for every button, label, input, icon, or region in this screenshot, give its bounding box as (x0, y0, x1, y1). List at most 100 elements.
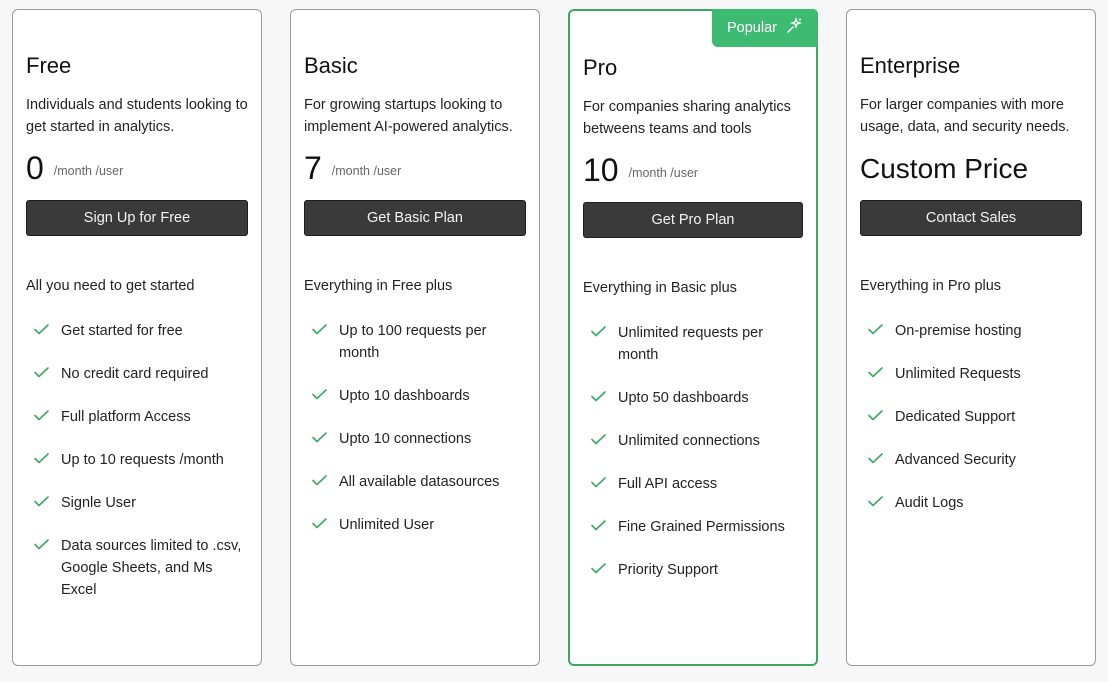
feature-item: Audit Logs (868, 492, 1082, 514)
features-intro: Everything in Pro plus (860, 278, 1002, 294)
feature-label: Fine Grained Permissions (618, 519, 785, 535)
feature-item: Upto 10 connections (312, 428, 526, 450)
check-icon (34, 453, 49, 464)
plan-price: 7/month /user (304, 150, 401, 187)
feature-item: Unlimited connections (591, 430, 803, 452)
feature-list: Unlimited requests per month Upto 50 das… (591, 322, 803, 602)
plan-name: Basic (304, 53, 358, 78)
check-icon (591, 477, 606, 488)
feature-label: Dedicated Support (895, 409, 1016, 425)
feature-label: Up to 100 requests per month (339, 323, 487, 361)
plan-description: For growing startups looking to implemen… (304, 97, 513, 135)
feature-label: Unlimited connections (618, 433, 760, 449)
feature-list: On-premise hosting Unlimited Requests De… (868, 320, 1082, 535)
feature-item: Unlimited Requests (868, 363, 1082, 385)
sign-up-for-free-button[interactable]: Sign Up for Free (26, 200, 248, 236)
feature-label: On-premise hosting (895, 323, 1022, 339)
check-icon (868, 410, 883, 421)
price-amount: 10 (583, 152, 619, 188)
feature-list: Up to 100 requests per month Upto 10 das… (312, 320, 526, 557)
check-icon (312, 432, 327, 443)
feature-item: Unlimited requests per month (591, 322, 803, 366)
feature-item: Full platform Access (34, 406, 248, 428)
plan-name: Free (26, 53, 72, 78)
plan-card-free: Free Individuals and students looking to … (12, 9, 262, 666)
feature-label: Upto 10 dashboards (339, 388, 470, 404)
plan-price: 0/month /user (26, 150, 123, 187)
feature-label: Unlimited User (339, 517, 435, 533)
plan-description: For companies sharing analytics betweens… (583, 99, 791, 137)
check-icon (312, 475, 327, 486)
feature-label: Full API access (618, 476, 718, 492)
check-icon (312, 389, 327, 400)
feature-label: Signle User (61, 495, 136, 511)
check-icon (312, 324, 327, 335)
check-icon (868, 496, 883, 507)
feature-label: No credit card required (61, 366, 209, 382)
plan-price: Custom Price (860, 153, 1029, 184)
feature-item: Signle User (34, 492, 248, 514)
check-icon (591, 434, 606, 445)
plan-card-pro: Popular Pro For companies sharing analyti… (568, 9, 818, 666)
check-icon (34, 410, 49, 421)
feature-item: On-premise hosting (868, 320, 1082, 342)
feature-list: Get started for free No credit card requ… (34, 320, 248, 622)
get-pro-plan-button[interactable]: Get Pro Plan (583, 202, 803, 238)
check-icon (868, 453, 883, 464)
feature-label: Priority Support (618, 562, 718, 578)
check-icon (312, 518, 327, 529)
features-intro: Everything in Free plus (304, 278, 453, 294)
feature-item: Fine Grained Permissions (591, 516, 803, 538)
feature-item: Up to 10 requests /month (34, 449, 248, 471)
feature-item: Get started for free (34, 320, 248, 342)
feature-item: No credit card required (34, 363, 248, 385)
badge-label: Popular (727, 20, 777, 36)
price-amount: 0 (26, 150, 44, 186)
feature-label: Get started for free (61, 323, 183, 339)
check-icon (868, 367, 883, 378)
check-icon (34, 496, 49, 507)
feature-label: Advanced Security (895, 452, 1016, 468)
feature-label: Unlimited Requests (895, 366, 1021, 382)
check-icon (591, 520, 606, 531)
feature-label: Data sources limited to .csv, Google She… (61, 538, 242, 598)
check-icon (591, 391, 606, 402)
price-amount: 7 (304, 150, 322, 186)
feature-item: Unlimited User (312, 514, 526, 536)
feature-item: Priority Support (591, 559, 803, 581)
feature-label: Full platform Access (61, 409, 191, 425)
plan-name: Pro (583, 55, 618, 80)
feature-item: Data sources limited to .csv, Google She… (34, 535, 248, 601)
feature-label: Upto 50 dashboards (618, 390, 749, 406)
sparkle-icon (785, 16, 803, 40)
plan-card-basic: Basic For growing startups looking to imp… (290, 9, 540, 666)
plan-description: Individuals and students looking to get … (26, 97, 248, 135)
feature-label: Up to 10 requests /month (61, 452, 224, 468)
feature-item: Upto 50 dashboards (591, 387, 803, 409)
price-unit: /month /user (53, 164, 124, 178)
feature-item: All available datasources (312, 471, 526, 493)
feature-label: Upto 10 connections (339, 431, 472, 447)
feature-item: Full API access (591, 473, 803, 495)
price-unit: /month /user (331, 164, 402, 178)
feature-label: Audit Logs (895, 495, 964, 511)
contact-sales-button[interactable]: Contact Sales (860, 200, 1082, 236)
plan-name: Enterprise (860, 53, 961, 78)
feature-item: Upto 10 dashboards (312, 385, 526, 407)
plan-description: For larger companies with more usage, da… (860, 97, 1070, 135)
check-icon (591, 326, 606, 337)
feature-item: Up to 100 requests per month (312, 320, 526, 364)
features-intro: All you need to get started (26, 278, 195, 294)
feature-item: Dedicated Support (868, 406, 1082, 428)
feature-item: Advanced Security (868, 449, 1082, 471)
check-icon (34, 539, 49, 550)
check-icon (868, 324, 883, 335)
feature-label: Unlimited requests per month (618, 325, 764, 363)
get-basic-plan-button[interactable]: Get Basic Plan (304, 200, 526, 236)
feature-label: All available datasources (339, 474, 500, 490)
check-icon (34, 367, 49, 378)
features-intro: Everything in Basic plus (583, 280, 737, 296)
check-icon (34, 324, 49, 335)
check-icon (591, 563, 606, 574)
plan-card-enterprise: Enterprise For larger companies with more… (846, 9, 1096, 666)
